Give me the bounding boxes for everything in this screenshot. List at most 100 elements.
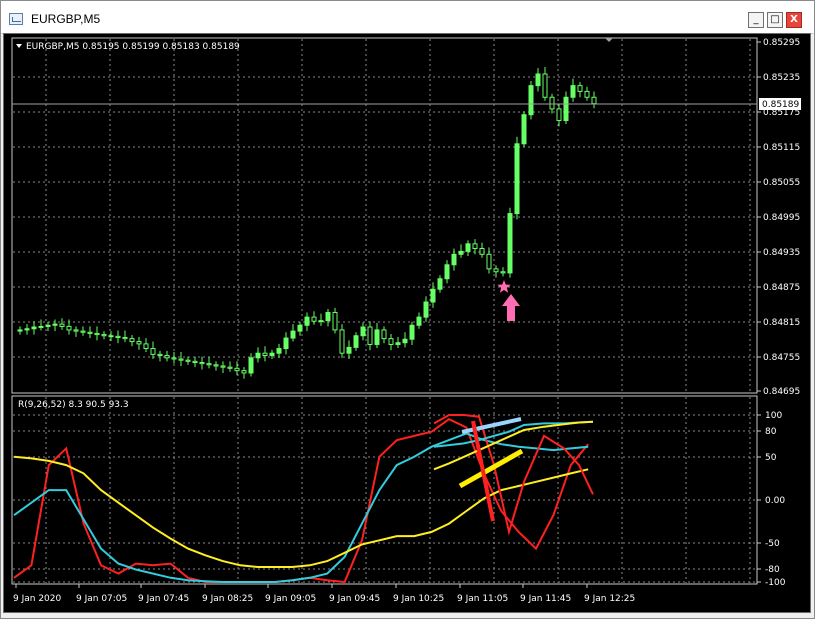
price-tick-label: 0.84755 <box>763 353 800 363</box>
candle-body <box>234 367 240 372</box>
candle-body <box>164 355 170 359</box>
candle-body <box>31 326 37 330</box>
time-tick-label: 9 Jan 10:25 <box>393 594 444 604</box>
indicator-grid <box>13 397 756 583</box>
candle-body <box>311 316 317 322</box>
candle-body <box>507 213 513 274</box>
time-axis: 9 Jan 2020 9 Jan 07:05 9 Jan 07:45 9 Jan 08… <box>13 584 635 604</box>
level-tick-label: 100 <box>765 411 782 421</box>
shift-marker-icon[interactable] <box>605 38 613 42</box>
candle-body <box>52 323 58 326</box>
candle-body <box>381 329 387 340</box>
candle-body <box>192 360 198 363</box>
candle-body <box>269 352 275 357</box>
candle-body <box>367 326 373 345</box>
candle-body <box>199 361 205 365</box>
candle-body <box>486 253 492 270</box>
candle-body <box>150 348 156 355</box>
window-title: EURGBP,M5 <box>31 12 101 26</box>
candle-body <box>577 85 583 92</box>
candle-body <box>297 324 303 332</box>
level-tick-label: -80 <box>765 565 780 575</box>
candle-body <box>409 324 415 340</box>
main-chart-header: EURGBP,M5 0.85195 0.85199 0.85183 0.8518… <box>26 42 240 52</box>
time-tick-label: 9 Jan 11:05 <box>457 594 508 604</box>
candle-body <box>465 243 471 252</box>
level-tick-label: -50 <box>765 539 780 549</box>
signal-star-icon <box>497 280 511 293</box>
candle-body <box>94 332 100 336</box>
time-tick-label: 9 Jan 09:45 <box>329 594 380 604</box>
candle-body <box>346 346 352 354</box>
candle-body <box>185 359 191 362</box>
candle-body <box>38 325 44 328</box>
level-tick-label: 0.00 <box>765 496 785 506</box>
price-tick-label: 0.85055 <box>763 178 800 188</box>
buy-arrow-icon <box>502 294 520 321</box>
candle-body <box>584 90 590 98</box>
candle-body <box>423 301 429 318</box>
level-tick-label: 80 <box>765 427 777 437</box>
symbol-dropdown-icon[interactable] <box>16 44 22 48</box>
candle-body <box>178 358 184 361</box>
candle-body <box>143 343 149 350</box>
candle-body <box>157 353 163 357</box>
indicator-header: R(9,26,52) 8.3 90.5 93.3 <box>18 400 129 410</box>
time-tick-label: 9 Jan 08:25 <box>202 594 253 604</box>
chart-canvas[interactable]: 0.852950.852350.851750.851150.850550.849… <box>4 34 810 612</box>
candle-body <box>66 325 72 331</box>
candle-body <box>416 316 422 326</box>
candle-body <box>374 329 380 345</box>
time-tick-label: 9 Jan 11:45 <box>520 594 571 604</box>
candle-body <box>395 342 401 345</box>
price-tick-label: 0.85295 <box>763 38 800 48</box>
candles <box>17 67 597 379</box>
price-tick-label: 0.85235 <box>763 73 800 83</box>
candle-body <box>549 96 555 110</box>
candle-body <box>276 348 282 354</box>
medium-line <box>13 432 589 583</box>
candle-body <box>500 271 506 274</box>
maximize-button[interactable]: □ <box>767 12 783 28</box>
level-tick-label: -100 <box>765 578 786 588</box>
candle-body <box>262 352 268 357</box>
candle-body <box>80 330 86 333</box>
candle-body <box>479 247 485 255</box>
candle-body <box>388 338 394 345</box>
candle-body <box>563 96 569 122</box>
candle-body <box>220 365 226 368</box>
candle-body <box>339 329 345 354</box>
candle-body <box>528 85 534 116</box>
candle-body <box>255 352 261 359</box>
candle-body <box>101 334 107 337</box>
candle-body <box>290 330 296 339</box>
price-tick-label: 0.84695 <box>763 387 800 397</box>
candle-body <box>458 250 464 255</box>
chart-area[interactable]: 0.85295 0.85235 0.85175 0.85115 0.85055 0.849… <box>3 33 811 613</box>
candle-body <box>283 337 289 350</box>
price-tick-label: 0.84995 <box>763 213 800 223</box>
close-button[interactable]: X <box>786 12 802 28</box>
current-price-value: 0.85189 <box>762 100 799 110</box>
candle-body <box>402 338 408 344</box>
candle-body <box>108 335 114 338</box>
time-tick-label: 9 Jan 07:05 <box>76 594 127 604</box>
minimize-button[interactable]: _ <box>748 12 764 28</box>
terminal-window: EURGBP,M5 _ □ X 0.85295 0.85235 0.85175 0.8… <box>0 0 815 619</box>
candle-body <box>521 114 527 145</box>
candle-body <box>73 329 79 332</box>
time-tick-label: 9 Jan 07:45 <box>138 594 189 604</box>
candle-body <box>171 357 177 360</box>
level-tick-label: 50 <box>765 453 777 463</box>
candle-body <box>591 96 597 105</box>
price-tick-label: 0.84815 <box>763 318 800 328</box>
price-tick-label: 0.84935 <box>763 248 800 258</box>
candle-body <box>59 323 65 327</box>
candle-body <box>17 329 23 332</box>
price-tick-label: 0.85115 <box>763 143 800 153</box>
indicator-lines <box>13 414 594 584</box>
candle-body <box>206 363 212 366</box>
title-bar[interactable]: EURGBP,M5 _ □ X <box>1 1 814 34</box>
candle-body <box>325 311 331 322</box>
price-axis: 0.852950.852350.851750.851150.850550.849… <box>757 38 800 397</box>
